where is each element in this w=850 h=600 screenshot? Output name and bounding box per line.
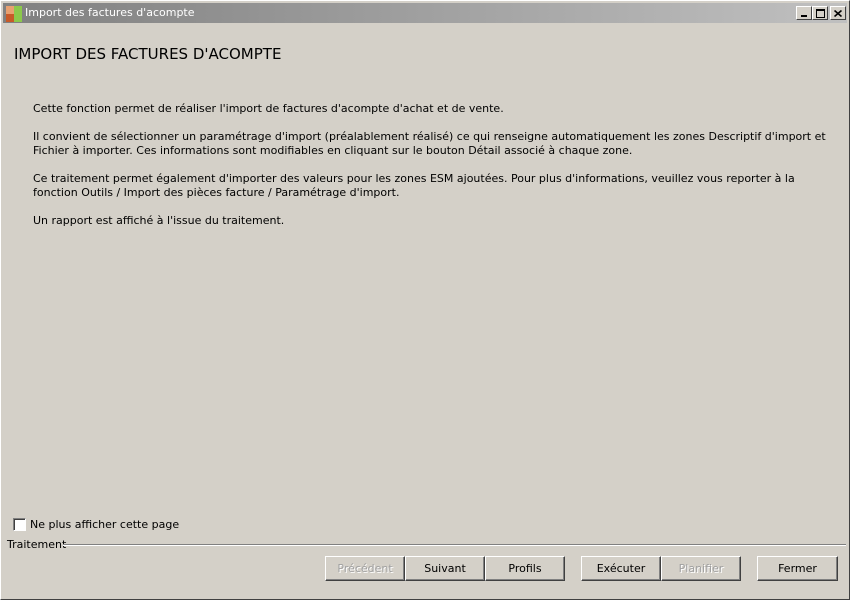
description-paragraph: Il convient de sélectionner un paramétra… <box>33 130 826 157</box>
window-title: Import des factures d'acompte <box>25 6 195 19</box>
page-title: IMPORT DES FACTURES D'ACOMPTE <box>14 45 282 63</box>
minimize-button[interactable] <box>796 6 812 20</box>
schedule-button[interactable]: Planifier <box>661 556 741 581</box>
previous-button[interactable]: Précédent <box>325 556 405 581</box>
close-button[interactable]: Fermer <box>757 556 838 581</box>
dialog-window: Import des factures d'acompte IMPORT DES… <box>0 0 850 600</box>
profiles-button[interactable]: Profils <box>485 556 565 581</box>
hide-page-checkbox[interactable] <box>13 517 26 531</box>
close-icon <box>834 9 842 17</box>
maximize-button[interactable] <box>812 6 828 20</box>
description-paragraph: Ce traitement permet également d'importe… <box>33 172 795 199</box>
app-icon <box>6 6 22 22</box>
close-window-button[interactable] <box>830 6 846 20</box>
group-label-traitement: Traitement <box>7 538 67 551</box>
minimize-icon <box>801 14 807 17</box>
execute-button[interactable]: Exécuter <box>581 556 661 581</box>
next-button[interactable]: Suivant <box>405 556 485 581</box>
hide-page-label[interactable]: Ne plus afficher cette page <box>30 518 179 531</box>
hide-page-option[interactable]: Ne plus afficher cette page <box>13 517 179 531</box>
description-paragraph: Cette fonction permet de réaliser l'impo… <box>33 102 504 115</box>
group-divider <box>63 544 846 546</box>
title-bar[interactable]: Import des factures d'acompte <box>3 3 847 23</box>
description-paragraph: Un rapport est affiché à l'issue du trai… <box>33 214 285 227</box>
maximize-icon <box>815 8 825 18</box>
